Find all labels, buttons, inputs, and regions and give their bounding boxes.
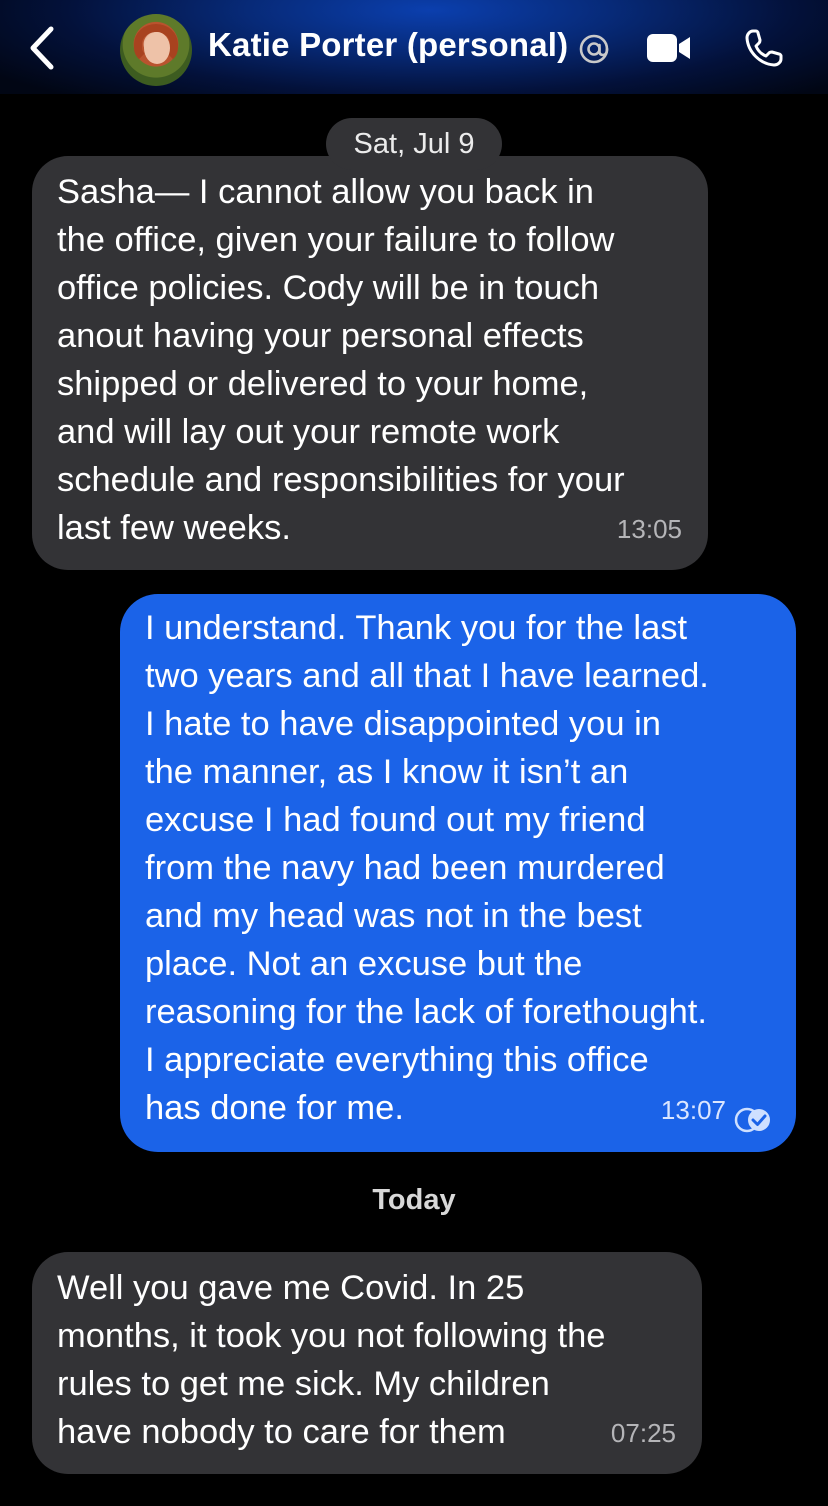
chat-header: Katie Porter (personal) [0, 0, 828, 94]
message-text: Well you gave me Covid. In 25 months, it… [57, 1269, 606, 1451]
incoming-message[interactable]: Sasha— I cannot allow you back in the of… [32, 156, 708, 570]
incoming-message[interactable]: Well you gave me Covid. In 25 months, it… [32, 1252, 702, 1474]
video-camera-icon[interactable] [646, 32, 692, 64]
at-sign-icon [579, 34, 609, 64]
contact-name[interactable]: Katie Porter (personal) [208, 26, 568, 64]
back-button[interactable] [20, 22, 64, 74]
date-separator: Today [372, 1184, 456, 1216]
outgoing-message[interactable]: I understand. Thank you for the last two… [120, 594, 796, 1152]
avatar[interactable] [120, 14, 192, 86]
message-time: 07:25 [610, 1418, 676, 1448]
chat-screen: Katie Porter (personal) Sat, Jul 9 Sasha… [0, 0, 828, 1506]
avatar-face [144, 32, 170, 64]
message-time: 13:07 [660, 1095, 726, 1125]
phone-icon[interactable] [744, 28, 784, 68]
message-time: 13:05 [616, 514, 682, 544]
message-text: Sasha— I cannot allow you back in the of… [57, 173, 625, 547]
date-separator: Sat, Jul 9 [326, 118, 502, 170]
chevron-left-icon [30, 26, 54, 70]
message-text: I understand. Thank you for the last two… [145, 609, 709, 1127]
read-check-icon [734, 1107, 770, 1133]
